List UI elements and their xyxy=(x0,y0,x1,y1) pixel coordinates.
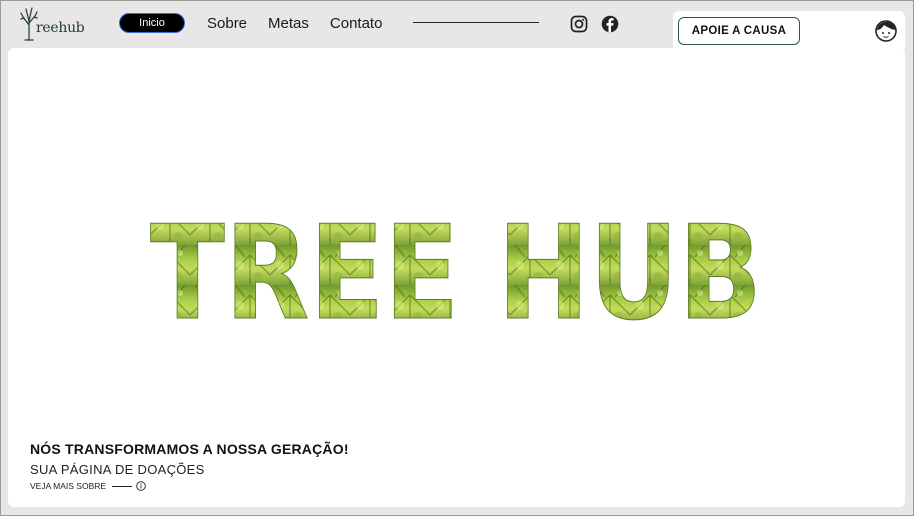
hero-title-text: TREE HUB xyxy=(150,205,762,327)
nav-item-inicio[interactable]: Inicio xyxy=(119,13,185,33)
facebook-icon[interactable] xyxy=(601,15,619,33)
hero-subtitle: SUA PÁGINA DE DOAÇÕES xyxy=(30,462,205,477)
nav-item-sobre[interactable]: Sobre xyxy=(207,15,247,32)
instagram-icon[interactable] xyxy=(570,15,588,33)
see-more-line xyxy=(112,485,133,487)
support-cause-button[interactable]: APOIE A CAUSA xyxy=(678,17,800,45)
header-divider xyxy=(413,22,539,23)
nav-item-metas[interactable]: Metas xyxy=(268,15,309,32)
info-icon xyxy=(136,481,146,491)
nav-item-contato[interactable]: Contato xyxy=(330,15,383,32)
see-more-label: VEJA MAIS SOBRE xyxy=(30,481,107,491)
hero-title: TREE HUB xyxy=(150,205,763,327)
hero-tagline: NÓS TRANSFORMAMOS A NOSSA GERAÇÃO! xyxy=(30,441,349,457)
user-avatar-icon[interactable] xyxy=(875,20,897,42)
see-more-link[interactable]: VEJA MAIS SOBRE xyxy=(30,481,146,491)
main-nav: Inicio Sobre Metas Contato xyxy=(119,13,382,33)
brand-logo[interactable]: reehub xyxy=(20,6,85,42)
brand-name: reehub xyxy=(36,20,85,36)
